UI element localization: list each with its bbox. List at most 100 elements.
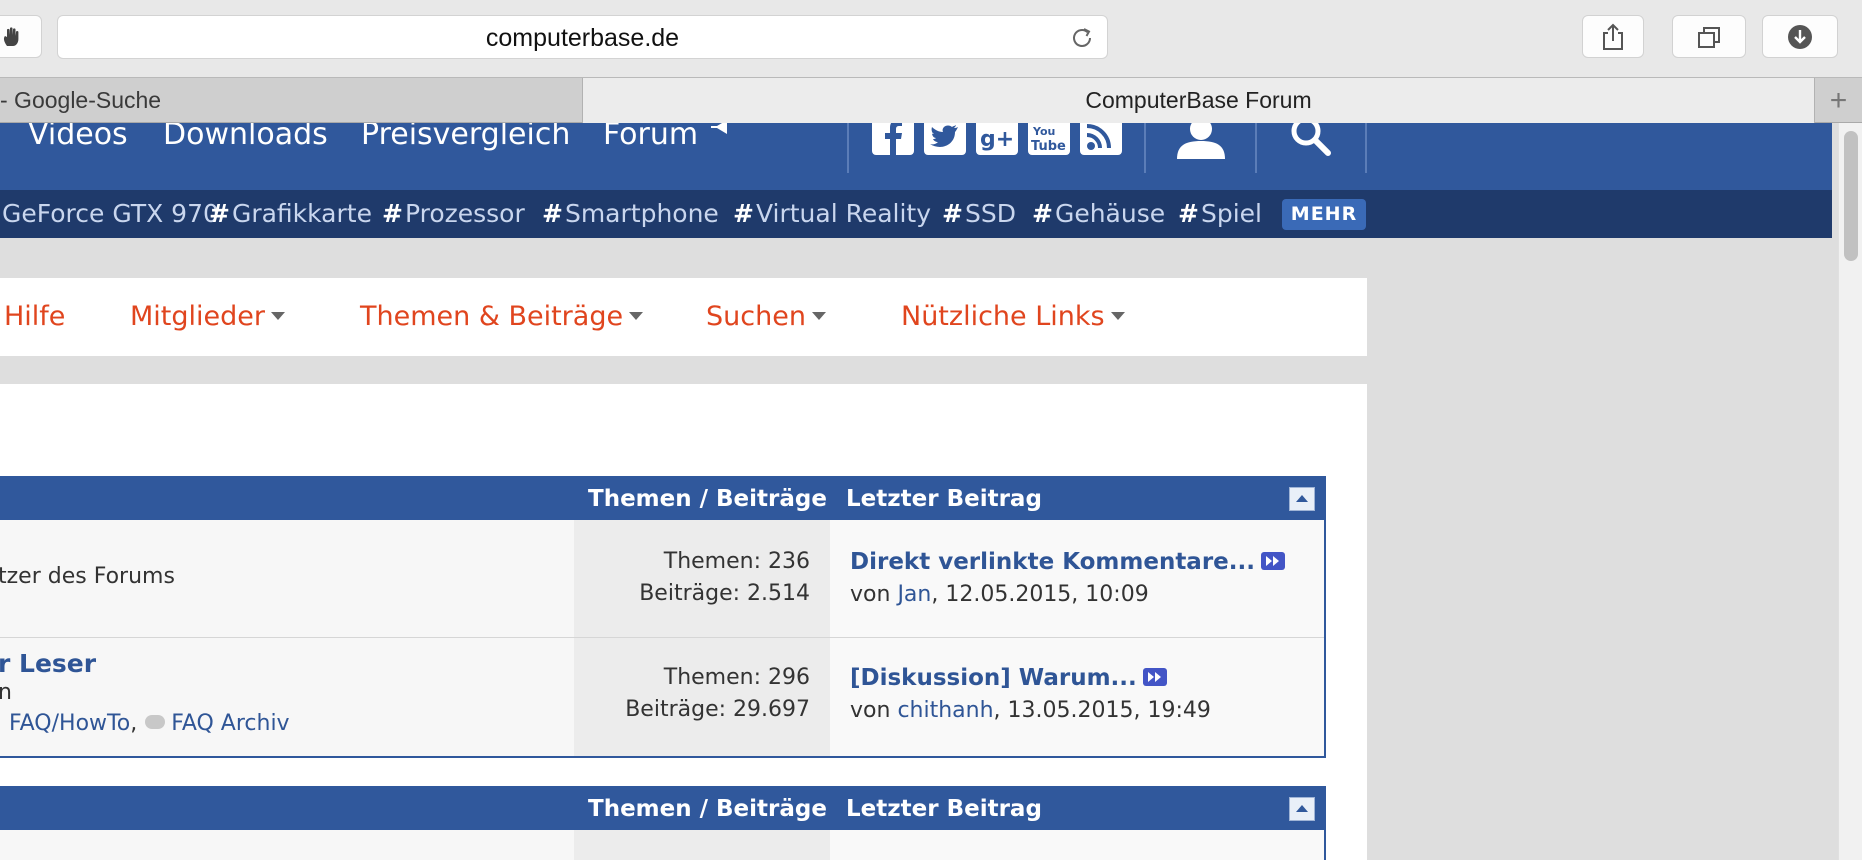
subforum-link[interactable]: FAQ Archiv [171, 711, 289, 736]
forum-title[interactable]: r Leser [0, 649, 96, 678]
tab-label: ComputerBase Forum [1085, 87, 1312, 113]
forum-content: Themen / Beiträge Letzter Beitrag tzer d… [0, 384, 1367, 860]
column-header-topics-posts: Themen / Beiträge [588, 796, 827, 822]
last-post [830, 830, 1324, 860]
topics-count: Themen: 236 [663, 549, 810, 574]
forum-nav-nuetzliche-links[interactable]: Nützliche Links [901, 278, 1125, 356]
column-header-topics-posts: Themen / Beiträge [588, 486, 827, 512]
last-post: Direkt verlinkte Kommentare... von Jan, … [830, 520, 1324, 637]
caret-down-icon [1110, 311, 1125, 320]
caret-down-icon [811, 311, 826, 320]
tag-link[interactable]: #Grafikkarte [209, 190, 372, 238]
search-icon[interactable] [1288, 123, 1336, 161]
forum-nav-themen-beitraege[interactable]: Themen & Beiträge [360, 278, 644, 356]
browser-toolbar: computerbase.de [0, 0, 1862, 77]
last-post-by: von [850, 582, 891, 607]
tab-computerbase-forum[interactable]: ComputerBase Forum [582, 78, 1815, 123]
megaphone-icon [709, 123, 733, 143]
svg-text:You: You [1032, 125, 1055, 138]
svg-text:Tube: Tube [1031, 139, 1066, 154]
last-post-user[interactable]: chithanh [897, 698, 993, 723]
caret-down-icon [271, 311, 285, 320]
posts-count: Beiträge: 29.697 [625, 697, 810, 722]
collapse-icon[interactable] [1289, 487, 1315, 511]
forum-description: n [0, 680, 12, 705]
address-bar[interactable]: computerbase.de [57, 15, 1108, 59]
forum-stats: Themen: 236 Beiträge: 2.514 [574, 520, 830, 637]
url-text[interactable]: computerbase.de [58, 16, 1107, 60]
tab-bar: - Google-Suche ComputerBase Forum + [0, 77, 1862, 123]
more-tags-button[interactable]: MEHR [1282, 199, 1366, 230]
last-post-user[interactable]: Jan [897, 582, 931, 607]
nav-separator [1144, 123, 1146, 173]
nav-link-downloads[interactable]: Downloads [163, 123, 328, 150]
topics-count: Themen: 296 [663, 665, 810, 690]
hand-icon [1, 26, 23, 48]
column-header-last-post: Letzter Beitrag [846, 796, 1042, 822]
forum-nav: Hilfe Mitglieder Themen & Beiträge Suche… [0, 278, 1367, 356]
nav-separator [847, 123, 849, 173]
last-post-date: , 13.05.2015, 19:49 [993, 698, 1211, 723]
forum-category: Themen / Beiträge Letzter Beitrag [0, 786, 1326, 860]
tabs-icon [1696, 25, 1722, 49]
caret-down-icon [629, 311, 644, 320]
downloads-button[interactable] [1762, 15, 1838, 58]
collapse-icon[interactable] [1289, 797, 1315, 821]
nav-separator [1255, 123, 1257, 173]
forum-nav-suchen[interactable]: Suchen [706, 278, 826, 356]
forum-info: r Leser n FAQ/HowTo, FAQ Archiv [0, 638, 574, 756]
category-header: Themen / Beiträge Letzter Beitrag [0, 788, 1324, 830]
plus-icon: + [1829, 83, 1848, 117]
speech-bubble-icon [145, 715, 166, 729]
forum-row [0, 830, 1324, 860]
share-button[interactable] [1582, 15, 1644, 58]
youtube-icon[interactable]: You Tube [1028, 123, 1070, 159]
trending-tags-bar: GeForce GTX 970 #Grafikkarte #Prozessor … [0, 190, 1832, 238]
reload-icon[interactable] [1069, 25, 1095, 55]
show-tabs-button[interactable] [1672, 15, 1746, 58]
tag-link[interactable]: #Virtual Reality [733, 190, 931, 238]
forum-description: tzer des Forums [0, 564, 175, 589]
tag-link[interactable]: #Prozessor [382, 190, 525, 238]
nav-link-forum[interactable]: Forum [603, 123, 727, 150]
googleplus-icon[interactable]: g+ [976, 123, 1018, 159]
forum-info [0, 830, 574, 860]
forum-stats [574, 830, 830, 860]
nav-separator [1365, 123, 1367, 173]
site-main-nav: Videos Downloads Preisvergleich Forum g+… [0, 123, 1832, 190]
forum-nav-hilfe[interactable]: Hilfe [4, 278, 65, 356]
twitter-icon[interactable] [924, 123, 966, 159]
rss-icon[interactable] [1080, 123, 1122, 159]
category-header: Themen / Beiträge Letzter Beitrag [0, 478, 1324, 520]
posts-count: Beiträge: 2.514 [639, 581, 810, 606]
tab-google-search[interactable]: - Google-Suche [0, 78, 582, 123]
user-icon[interactable] [1174, 123, 1228, 163]
forum-row: tzer des Forums Themen: 236 Beiträge: 2.… [0, 520, 1324, 638]
go-to-last-post-icon[interactable] [1142, 668, 1167, 686]
nav-link-preisvergleich[interactable]: Preisvergleich [361, 123, 570, 150]
tag-link[interactable]: #Gehäuse [1032, 190, 1165, 238]
privacy-button[interactable] [0, 15, 42, 58]
last-post: [Diskussion] Warum... von chithanh, 13.0… [830, 638, 1324, 756]
go-to-last-post-icon[interactable] [1260, 552, 1285, 570]
forum-stats: Themen: 296 Beiträge: 29.697 [574, 638, 830, 756]
page-scrollbar[interactable] [1838, 123, 1862, 860]
share-icon [1601, 23, 1625, 51]
web-page: Videos Downloads Preisvergleich Forum g+… [0, 123, 1838, 860]
subforum-link[interactable]: FAQ/HowTo [9, 711, 130, 736]
last-post-title[interactable]: Direkt verlinkte Kommentare... [850, 549, 1255, 575]
tag-link[interactable]: #Spiel [1178, 190, 1262, 238]
last-post-title[interactable]: [Diskussion] Warum... [850, 665, 1137, 691]
tag-link[interactable]: #Smartphone [542, 190, 719, 238]
new-tab-button[interactable]: + [1815, 78, 1862, 123]
last-post-date: , 12.05.2015, 10:09 [931, 582, 1149, 607]
scrollbar-thumb[interactable] [1844, 131, 1858, 261]
column-header-last-post: Letzter Beitrag [846, 486, 1042, 512]
forum-info: tzer des Forums [0, 520, 574, 637]
nav-link-videos[interactable]: Videos [28, 123, 128, 150]
subforum-links: FAQ/HowTo, FAQ Archiv [9, 711, 290, 736]
facebook-icon[interactable] [872, 123, 914, 159]
tag-link[interactable]: #SSD [942, 190, 1016, 238]
tag-link[interactable]: GeForce GTX 970 [0, 190, 219, 238]
forum-nav-mitglieder[interactable]: Mitglieder [130, 278, 285, 356]
